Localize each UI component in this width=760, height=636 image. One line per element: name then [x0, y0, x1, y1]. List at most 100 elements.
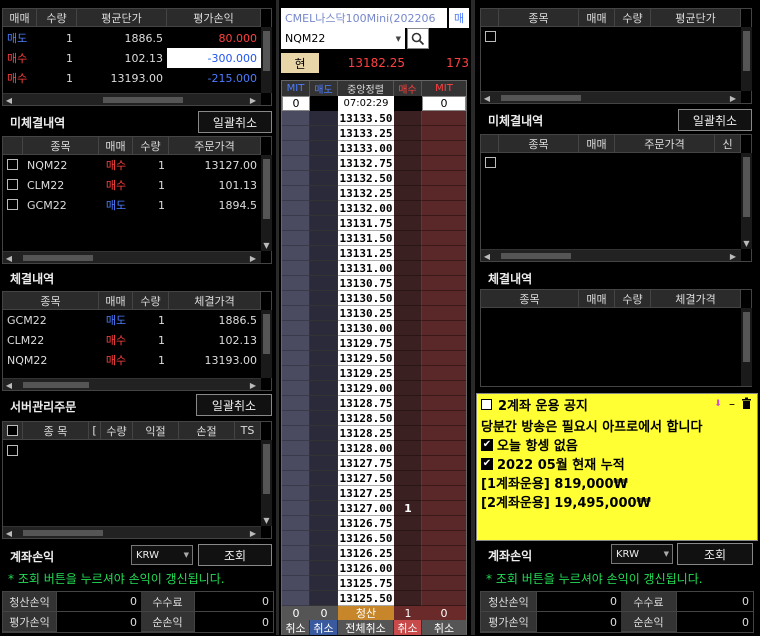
ladder-buy-cell[interactable] — [394, 261, 422, 276]
ladder-mit-buy-cell[interactable] — [422, 531, 466, 546]
runfilled-vscroll-thumb[interactable] — [743, 157, 750, 217]
ladder-mit-sell-cell[interactable] — [282, 141, 310, 156]
unfilled-row-0-checkbox[interactable] — [7, 159, 18, 170]
right-unfilled-cancel-all-button[interactable]: 일괄취소 — [678, 109, 752, 131]
ladder-buy-cell[interactable] — [394, 366, 422, 381]
server-row-0-checkbox[interactable] — [7, 445, 18, 456]
server-vscroll-thumb[interactable] — [263, 444, 270, 494]
ladder-mit-sell-cell[interactable] — [282, 321, 310, 336]
scroll-down-icon[interactable]: ▼ — [261, 239, 272, 251]
ladder-price[interactable]: 13126.00 — [338, 561, 394, 576]
ladder-buy-cell[interactable] — [394, 381, 422, 396]
ladder-price[interactable]: 13130.50 — [338, 291, 394, 306]
ladder-mit-buy-cell[interactable] — [422, 501, 466, 516]
ladder-mit-sell-cell[interactable] — [282, 531, 310, 546]
ladder-mit-sell-cell[interactable] — [282, 351, 310, 366]
ladder-buy-cell[interactable] — [394, 141, 422, 156]
ladder-mit-buy-cell[interactable] — [422, 261, 466, 276]
rpos-row-0-checkbox[interactable] — [485, 31, 496, 42]
ladder-sell-cell[interactable] — [310, 336, 338, 351]
scroll-down-icon[interactable]: ▼ — [261, 514, 272, 526]
ladder-mit-buy-cell[interactable] — [422, 471, 466, 486]
ladder-buy-cell[interactable] — [394, 426, 422, 441]
ladder-mit-buy-cell[interactable] — [422, 576, 466, 591]
ladder-sell-cell[interactable] — [310, 366, 338, 381]
ladder-sell-cell[interactable] — [310, 396, 338, 411]
ladder-mit-sell-cell[interactable] — [282, 546, 310, 561]
ladder-price[interactable]: 13133.50 — [338, 111, 394, 126]
ladder-price[interactable]: 13133.00 — [338, 141, 394, 156]
ladder-mit-buy-cell[interactable] — [422, 396, 466, 411]
ladder-price[interactable]: 13125.75 — [338, 576, 394, 591]
ladder-mit-sell-cell[interactable] — [282, 471, 310, 486]
runfilled-hscroll[interactable]: ◀ ▶ — [481, 249, 741, 261]
scroll-left-icon[interactable]: ◀ — [3, 252, 15, 264]
rpos-hscroll[interactable]: ◀ ▶ — [481, 91, 741, 103]
ladder-mit-buy-cell[interactable] — [422, 111, 466, 126]
pos-hscroll-thumb[interactable] — [103, 97, 183, 103]
unfilled-cancel-all-button[interactable]: 일괄취소 — [198, 111, 272, 133]
server-cancel-all-button[interactable]: 일괄취소 — [196, 394, 272, 416]
ladder-mit-buy-cell[interactable] — [422, 456, 466, 471]
ladder-mit-sell-cell[interactable] — [282, 501, 310, 516]
ladder-mit-buy-cell[interactable] — [422, 591, 466, 606]
ladder-mit-buy-cell[interactable] — [422, 381, 466, 396]
ladder-mit-buy-cell[interactable] — [422, 306, 466, 321]
scroll-right-icon[interactable]: ▶ — [727, 92, 739, 104]
ladder-price[interactable]: 13126.25 — [338, 546, 394, 561]
runfilled-hscroll-thumb[interactable] — [501, 253, 571, 259]
ladder-mit-buy-cell[interactable] — [422, 276, 466, 291]
ladder-mit-buy-cell[interactable] — [422, 441, 466, 456]
ladder-price[interactable]: 13128.25 — [338, 426, 394, 441]
ladder-mit-buy-cell[interactable] — [422, 216, 466, 231]
ladder-mit-sell-cell[interactable] — [282, 366, 310, 381]
ladder-buy-cell[interactable] — [394, 516, 422, 531]
ladder-price[interactable]: 13129.75 — [338, 336, 394, 351]
ladder-mit-sell-cell[interactable] — [282, 186, 310, 201]
symbol-select[interactable]: NQM22 ▼ — [281, 28, 405, 49]
ladder-price[interactable]: 13127.75 — [338, 456, 394, 471]
ladder-mit-sell-cell[interactable] — [282, 486, 310, 501]
pin-icon[interactable]: ⬇ — [713, 398, 723, 410]
ladder-price[interactable]: 13130.00 — [338, 321, 394, 336]
ladder-mit-buy-cell[interactable] — [422, 366, 466, 381]
minimize-icon[interactable]: – — [727, 397, 737, 411]
runfilled-vscroll[interactable]: ▼ — [741, 153, 752, 249]
ladder-price[interactable]: 13132.50 — [338, 171, 394, 186]
ladder-price[interactable]: 13128.00 — [338, 441, 394, 456]
unfilled-vscroll[interactable]: ▼ — [261, 155, 272, 251]
ladder-buy-cell[interactable] — [394, 276, 422, 291]
right-account-query-button[interactable]: 조회 — [677, 543, 753, 565]
ladder-buy-cell[interactable] — [394, 216, 422, 231]
ladder-buy-cell[interactable] — [394, 171, 422, 186]
ladder-order-marker[interactable]: 1 — [394, 501, 422, 516]
ladder-sell-cell[interactable] — [310, 156, 338, 171]
server-hscroll[interactable]: ◀ ▶ — [3, 526, 261, 538]
ladder-buy-cell[interactable] — [394, 471, 422, 486]
unfilled-row-1-checkbox[interactable] — [7, 179, 18, 190]
ladder-price[interactable]: 13129.50 — [338, 351, 394, 366]
ladder-sell-cell[interactable] — [310, 321, 338, 336]
ladder-sell-cell[interactable] — [310, 126, 338, 141]
ladder-price[interactable]: 13131.25 — [338, 246, 394, 261]
ladder-buy-cell[interactable] — [394, 576, 422, 591]
ladder-sell-cell[interactable] — [310, 516, 338, 531]
unfilled-hscroll[interactable]: ◀ ▶ — [3, 251, 261, 263]
ladder-sell-cell[interactable] — [310, 471, 338, 486]
cancel-mit-sell-button[interactable]: 취소 — [282, 620, 310, 635]
ladder-mit-buy-cell[interactable] — [422, 561, 466, 576]
ladder-buy-cell[interactable] — [394, 231, 422, 246]
ladder-buy-cell[interactable] — [394, 306, 422, 321]
trash-icon[interactable] — [741, 397, 753, 410]
ladder-mit-buy-cell[interactable] — [422, 351, 466, 366]
ladder-mit-sell-cell[interactable] — [282, 126, 310, 141]
ladder-buy-cell[interactable] — [394, 291, 422, 306]
ladder-sell-cell[interactable] — [310, 291, 338, 306]
ladder-mit-sell-cell[interactable] — [282, 441, 310, 456]
ladder-buy-cell[interactable] — [394, 126, 422, 141]
scroll-right-icon[interactable]: ▶ — [247, 379, 259, 391]
ladder-mit-buy-cell[interactable] — [422, 156, 466, 171]
server-vscroll[interactable]: ▼ — [261, 440, 272, 526]
ladder-mit-buy-cell[interactable] — [422, 201, 466, 216]
ladder-price[interactable]: 13128.50 — [338, 411, 394, 426]
